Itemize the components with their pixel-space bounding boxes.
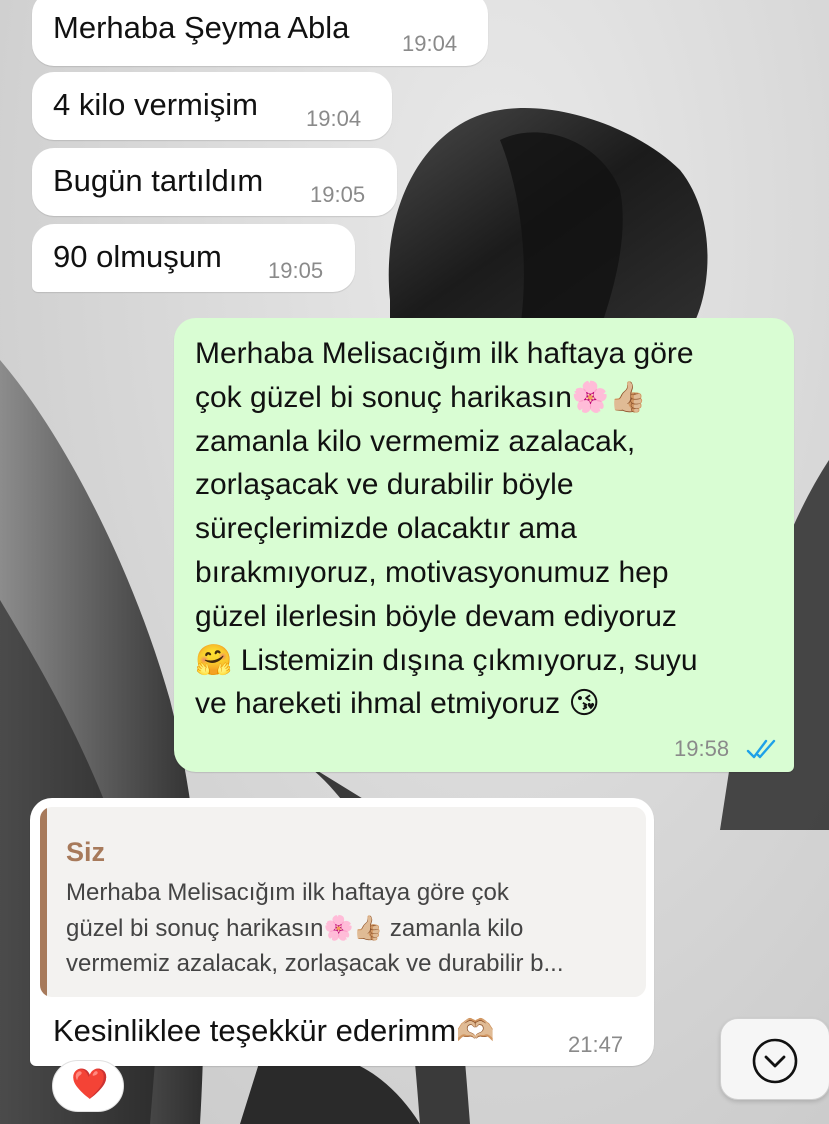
message-text: 90 olmuşum: [53, 239, 222, 274]
double-check-read-icon: [746, 739, 776, 759]
incoming-message[interactable]: 90 olmuşum 19:05: [32, 224, 355, 292]
incoming-message[interactable]: 4 kilo vermişim 19:04: [32, 72, 392, 140]
message-text: Kesinliklee teşekkür ederimm🫶🏼: [53, 1013, 495, 1048]
scroll-to-bottom-button[interactable]: [720, 1018, 829, 1100]
message-timestamp: 19:04: [402, 31, 458, 56]
message-timestamp: 21:47: [568, 1032, 624, 1057]
quoted-message[interactable]: Siz Merhaba Melisacığım ilk haftaya göre…: [40, 807, 646, 997]
message-text: Bugün tartıldım: [53, 163, 264, 198]
message-timestamp: 19:04: [306, 106, 362, 131]
message-timestamp: 19:58: [674, 736, 730, 761]
outgoing-message[interactable]: Merhaba Melisacığım ilk haftaya göre çok…: [174, 318, 794, 772]
heart-reaction-icon: ❤️: [71, 1067, 109, 1102]
quote-text: Merhaba Melisacığım ilk haftaya göre çok…: [66, 879, 564, 977]
incoming-reply-message[interactable]: Siz Merhaba Melisacığım ilk haftaya göre…: [30, 798, 654, 1066]
incoming-message[interactable]: Merhaba Şeyma Abla 19:04: [32, 0, 488, 66]
message-text: Merhaba Melisacığım ilk haftaya göre çok…: [195, 337, 698, 721]
quote-accent-bar: [40, 807, 47, 997]
message-timestamp: 19:05: [310, 182, 366, 207]
chevron-down-circle-icon: [752, 1038, 798, 1084]
quote-author: Siz: [66, 837, 106, 867]
message-text: Merhaba Şeyma Abla: [53, 10, 350, 45]
message-text: 4 kilo vermişim: [53, 87, 258, 122]
message-reaction[interactable]: ❤️: [52, 1060, 124, 1112]
message-timestamp: 19:05: [268, 258, 324, 283]
incoming-message[interactable]: Bugün tartıldım 19:05: [32, 148, 397, 216]
